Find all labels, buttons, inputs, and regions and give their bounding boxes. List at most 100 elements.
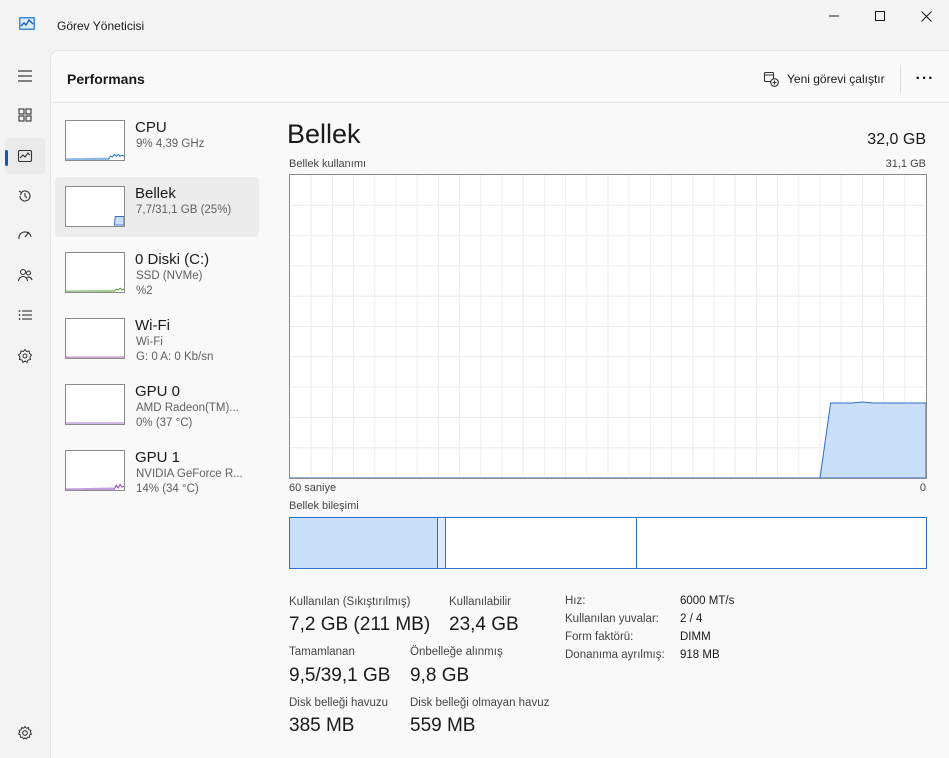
hamburger-menu-icon [18,70,32,82]
more-options-icon: ··· [915,70,935,87]
resource-thumb-cpu [65,120,125,161]
nav-processes-button[interactable] [5,97,45,133]
property-value: DIMM [680,631,711,643]
nav-performance-button[interactable] [5,138,45,174]
in-use-value: 7,2 GB (211 MB) [289,614,431,635]
header-separator [900,65,901,93]
detail-title: Bellek [287,119,361,149]
hamburger-menu-button[interactable] [5,58,45,94]
task-manager-window: Görev Yöneticisi Performans Yeni görevi … [0,0,949,758]
page-header: Performans Yeni görevi çalıştır ··· [51,51,949,103]
resource-thumb-wifi [65,318,125,359]
resource-list: CPU 9% 4,39 GHz Bellek 7,7/31,1 GB (25%)… [55,111,259,507]
property-value: 6000 MT/s [680,595,735,607]
available-value: 23,4 GB [449,614,519,635]
resource-item-disk[interactable]: 0 Diski (C:) SSD (NVMe) %2 [55,243,259,303]
services-icon [17,348,33,364]
details-icon [18,310,32,320]
nav-users-button[interactable] [5,257,45,293]
graph-time-end: 0 [919,482,926,494]
resource-item-memory[interactable]: Bellek 7,7/31,1 GB (25%) [55,177,259,237]
property-value: 2 / 4 [680,613,703,625]
users-icon [17,268,33,282]
window-title: Görev Yöneticisi [57,19,145,33]
minimize-icon [829,15,839,17]
resource-thumb-disk [65,252,125,293]
resource-detail: 9% 4,39 GHz [136,138,205,150]
settings-icon [17,725,33,740]
resource-detail-2: %2 [136,285,153,297]
memory-total: 32,0 GB [867,131,926,148]
resource-detail: AMD Radeon(TM)... [136,402,239,414]
minimize-button[interactable] [811,0,857,32]
nav-details-button[interactable] [5,297,45,333]
resource-detail-2: 0% (37 °C) [136,417,193,429]
nonpaged-pool-label: Disk belleği olmayan havuz [410,697,550,709]
property-key: Donanıma ayrılmış: [565,649,665,661]
resource-name: GPU 1 [135,449,181,466]
memory-usage-label: Bellek kullanımı [289,158,367,170]
graph-time-start: 60 saniye [289,482,337,494]
run-new-task-label: Yeni görevi çalıştır [787,72,885,86]
task-manager-icon [19,17,35,30]
committed-label: Tamamlanan [289,646,355,658]
resource-thumb-gpu-1 [65,450,125,491]
composition-segment-free [637,518,926,568]
resource-name: Wi-Fi [135,317,170,334]
close-icon [920,10,932,22]
resource-detail: 7,7/31,1 GB (25%) [136,204,232,216]
in-use-label: Kullanılan (Sıkıştırılmış) [289,596,411,608]
available-label: Kullanılabilir [449,596,512,608]
resource-item-wifi[interactable]: Wi-Fi Wi-Fi G: 0 A: 0 Kb/sn [55,309,259,369]
processes-icon [18,108,32,122]
resource-detail-2: G: 0 A: 0 Kb/sn [136,351,214,363]
resource-detail: Wi-Fi [136,336,163,348]
composition-segment-in-use [290,518,438,568]
memory-composition-label: Bellek bileşimi [289,500,359,512]
maximize-button[interactable] [857,0,903,32]
property-key: Kullanılan yuvalar: [565,613,659,625]
composition-segment-modified [437,518,447,568]
property-key: Hız: [565,595,586,607]
navigation-rail [0,50,50,758]
resource-name: CPU [135,119,167,136]
run-new-task-button[interactable]: Yeni görevi çalıştır [763,68,885,90]
page-title: Performans [67,71,145,87]
resource-detail-2: 14% (34 °C) [136,483,199,495]
resource-item-gpu-1[interactable]: GPU 1 NVIDIA GeForce R... 14% (34 °C) [55,441,259,501]
nav-services-button[interactable] [5,338,45,374]
resource-detail: SSD (NVMe) [136,270,203,282]
cached-label: Önbelleğe alınmış [410,646,503,658]
memory-composition-bar [289,517,927,569]
property-key: Form faktörü: [565,631,634,643]
composition-segment-standby [446,518,638,568]
resource-name: GPU 0 [135,383,181,400]
resource-item-gpu-0[interactable]: GPU 0 AMD Radeon(TM)... 0% (37 °C) [55,375,259,435]
app-history-icon [18,190,31,202]
more-options-button[interactable]: ··· [911,65,939,93]
property-value: 918 MB [680,649,720,661]
committed-value: 9,5/39,1 GB [289,665,391,686]
performance-panel: Performans Yeni görevi çalıştır ··· CPU … [50,50,949,758]
maximize-icon [875,11,885,21]
startup-apps-icon [18,231,32,240]
resource-thumb-gpu-0 [65,384,125,425]
run-new-task-icon [763,71,779,87]
resource-detail: NVIDIA GeForce R... [136,468,243,480]
settings-button[interactable] [5,715,45,751]
resource-thumb-memory [65,186,125,227]
nonpaged-pool-value: 559 MB [410,715,476,736]
close-button[interactable] [903,0,949,32]
performance-icon [17,149,33,163]
memory-usage-graph [289,174,927,479]
title-bar[interactable]: Görev Yöneticisi [0,0,949,50]
resource-item-cpu[interactable]: CPU 9% 4,39 GHz [55,111,259,171]
nav-active-indicator [5,150,8,166]
nav-app-history-button[interactable] [5,178,45,214]
nav-startup-apps-button[interactable] [5,217,45,253]
paged-pool-label: Disk belleği havuzu [289,697,389,709]
cached-value: 9,8 GB [410,665,470,686]
resource-name: 0 Diski (C:) [135,251,210,268]
resource-name: Bellek [135,185,176,202]
memory-usage-max: 31,1 GB [885,158,926,170]
